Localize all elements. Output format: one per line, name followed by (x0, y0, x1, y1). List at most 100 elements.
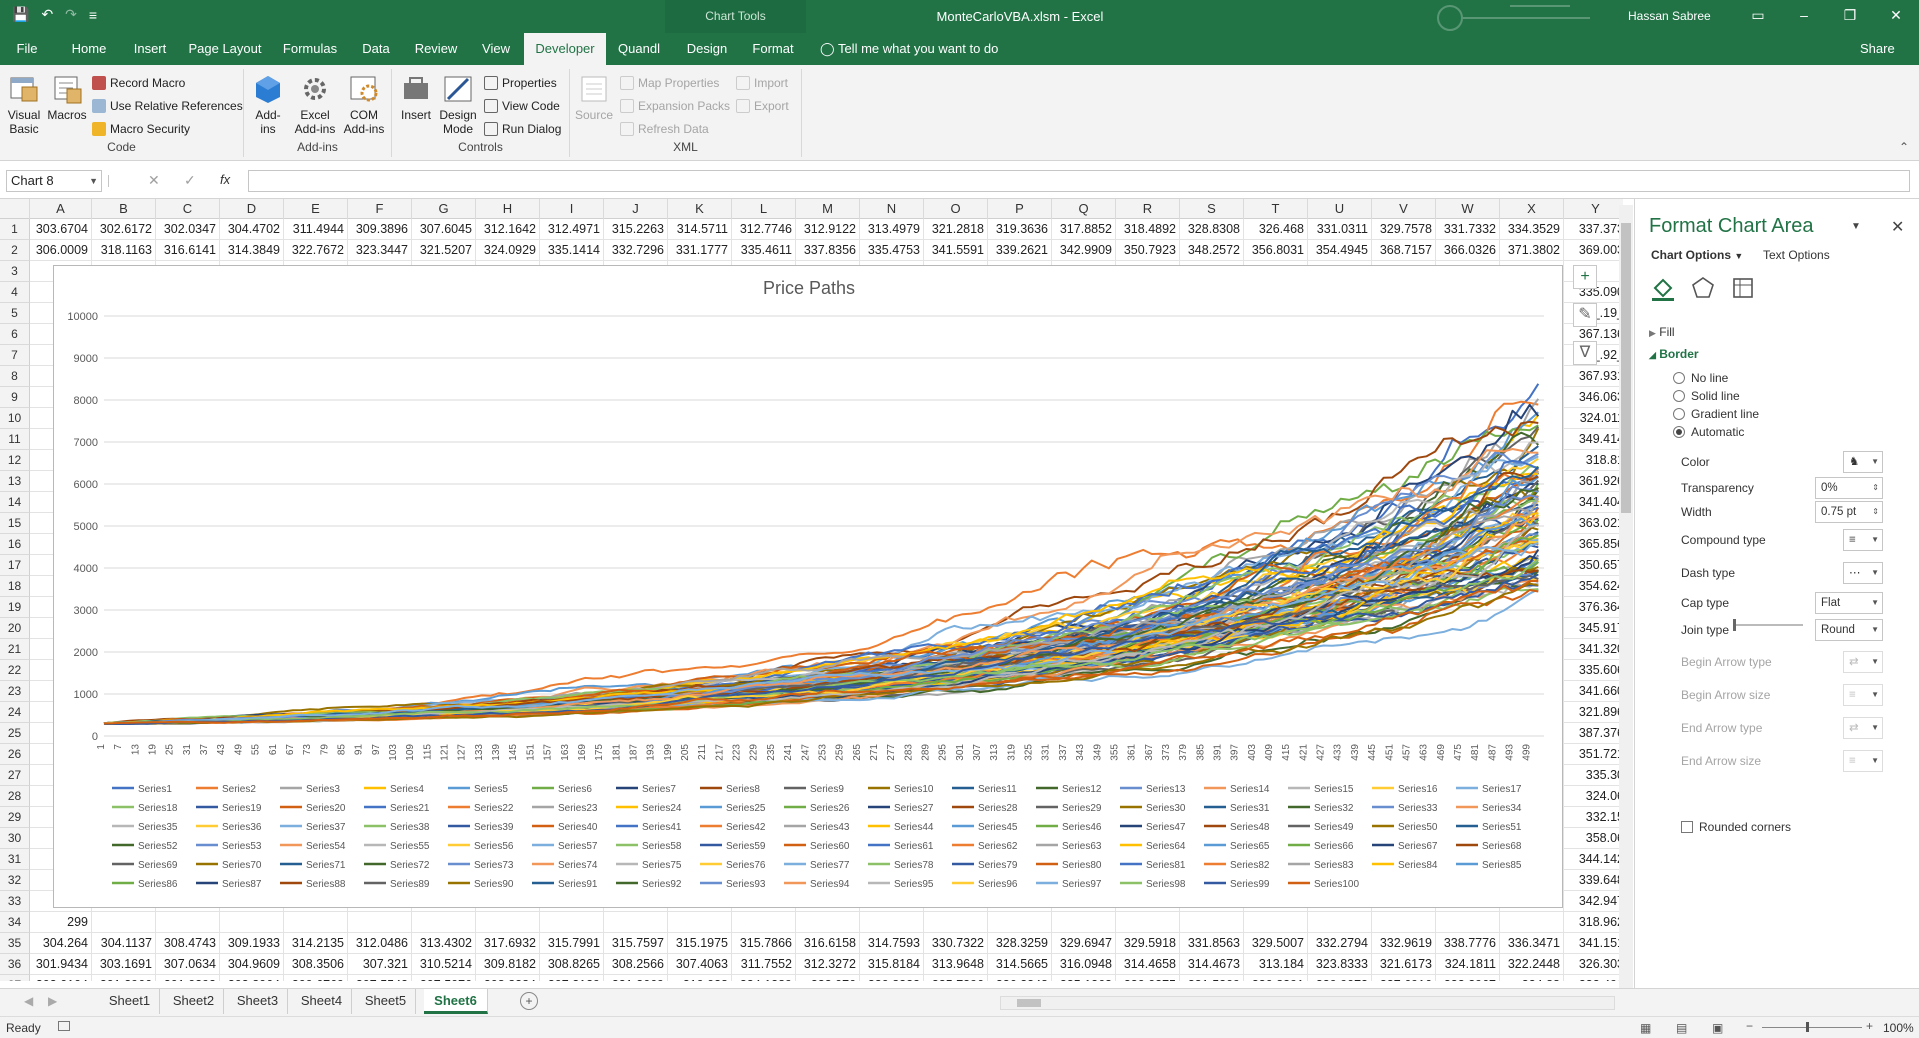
new-sheet-button[interactable]: + (520, 992, 538, 1010)
horizontal-scrollbar[interactable] (1000, 996, 1615, 1010)
cell[interactable]: 322.7672 (284, 240, 348, 261)
record-macro-button[interactable]: Record Macro (92, 75, 185, 91)
cell[interactable]: 321.3669 (604, 975, 668, 981)
cell[interactable]: 330.7322 (924, 933, 988, 954)
cell[interactable]: 344.142 (1564, 849, 1623, 870)
cell[interactable]: 311.4944 (284, 219, 348, 240)
cell[interactable]: 310.5214 (412, 954, 476, 975)
cell[interactable]: 329.5918 (1116, 933, 1180, 954)
cell[interactable]: 354.4945 (1308, 240, 1372, 261)
row-header[interactable]: 8 (0, 366, 30, 387)
cell[interactable]: 341.5591 (924, 240, 988, 261)
row-header[interactable]: 25 (0, 723, 30, 744)
cell[interactable]: 308.4743 (156, 933, 220, 954)
cell[interactable]: 303.1691 (92, 954, 156, 975)
cell[interactable]: 365.856 (1564, 534, 1623, 555)
cell[interactable]: 314.7593 (860, 933, 924, 954)
column-header-c[interactable]: C (156, 199, 220, 219)
cap-type-dropdown[interactable]: Flat ▼ (1815, 592, 1883, 614)
cell[interactable]: 350.7923 (1116, 240, 1180, 261)
cell[interactable]: 323.3447 (348, 240, 412, 261)
cell[interactable]: 307.6045 (412, 219, 476, 240)
tab-home[interactable]: Home (66, 33, 112, 65)
normal-view-icon[interactable]: ▦ (1640, 1021, 1651, 1035)
cell[interactable]: 309.3896 (348, 219, 412, 240)
cell[interactable]: 313.4979 (860, 219, 924, 240)
cell[interactable]: 331.0311 (1308, 219, 1372, 240)
cell[interactable]: 329.6947 (1052, 933, 1116, 954)
column-header-d[interactable]: D (220, 199, 284, 219)
cell[interactable]: 335.30 (1564, 765, 1623, 786)
cell[interactable]: 312.9122 (796, 219, 860, 240)
cell[interactable]: 335.606 (1564, 660, 1623, 681)
cell[interactable]: 313.184 (1244, 954, 1308, 975)
cell[interactable] (156, 912, 220, 933)
insert-function-icon[interactable]: fx (220, 172, 230, 187)
cell[interactable]: 308.2566 (604, 954, 668, 975)
cell[interactable]: 314.5711 (668, 219, 732, 240)
column-header-f[interactable]: F (348, 199, 412, 219)
expansion-packs-button[interactable]: Expansion Packs (620, 98, 730, 114)
column-header-w[interactable]: W (1436, 199, 1500, 219)
automatic-radio[interactable]: Automatic (1673, 425, 1744, 439)
cell[interactable]: 366.0326 (1436, 240, 1500, 261)
column-header-p[interactable]: P (988, 199, 1052, 219)
cell[interactable]: 317.6932 (476, 933, 540, 954)
cell[interactable]: 315.7991 (540, 933, 604, 954)
row-header[interactable]: 34 (0, 912, 30, 933)
transparency-slider[interactable] (1733, 619, 1803, 631)
cell[interactable]: 330.0375 (1116, 975, 1180, 981)
cell[interactable]: 321.2818 (924, 219, 988, 240)
row-header[interactable]: 37 (0, 975, 30, 981)
cell[interactable]: 337.8356 (796, 240, 860, 261)
visual-basic-button[interactable]: Visual Basic (2, 73, 46, 136)
cell[interactable]: 318.81 (1564, 450, 1623, 471)
begin-arrow-size-dropdown[interactable]: ≡ ▼ (1843, 684, 1883, 706)
cell[interactable]: 329.9073 (1308, 975, 1372, 981)
insert-control-button[interactable]: Insert (396, 73, 436, 122)
cell[interactable]: 335.4611 (732, 240, 796, 261)
export-button[interactable]: Export (736, 98, 789, 114)
zoom-out-icon[interactable]: − (1746, 1019, 1753, 1033)
cancel-icon[interactable]: ✕ (148, 172, 160, 189)
cell[interactable]: 315.2263 (604, 219, 668, 240)
cell[interactable]: 331.5209 (1180, 975, 1244, 981)
prev-sheet-icon[interactable]: ◀ (24, 994, 33, 1008)
cell[interactable]: 315.7866 (732, 933, 796, 954)
cell[interactable]: 331.7332 (1436, 219, 1500, 240)
com-addins-button[interactable]: COM Add-ins (340, 73, 388, 136)
column-header-x[interactable]: X (1500, 199, 1564, 219)
tab-chart-options[interactable]: Chart Options ▼ (1651, 248, 1743, 262)
cell[interactable]: 387.376 (1564, 723, 1623, 744)
select-all-corner[interactable] (0, 199, 30, 219)
cell[interactable]: 309.1933 (220, 933, 284, 954)
zoom-slider[interactable] (1762, 1027, 1862, 1028)
cell[interactable]: 361.926 (1564, 471, 1623, 492)
cell[interactable] (1116, 912, 1180, 933)
cell[interactable]: 339.2621 (988, 240, 1052, 261)
cell[interactable]: 325.7396 (924, 975, 988, 981)
row-header[interactable]: 20 (0, 618, 30, 639)
cell[interactable] (668, 912, 732, 933)
cell[interactable]: 308.8265 (540, 954, 604, 975)
cell[interactable] (220, 912, 284, 933)
cell[interactable]: 302.0347 (156, 219, 220, 240)
row-header[interactable]: 1 (0, 219, 30, 240)
row-header[interactable]: 22 (0, 660, 30, 681)
macros-button[interactable]: Macros (46, 73, 88, 122)
cell[interactable] (1052, 912, 1116, 933)
cell[interactable]: 303.8064 (220, 975, 284, 981)
user-name[interactable]: Hassan Sabree (1628, 9, 1711, 23)
size-properties-icon[interactable] (1729, 274, 1757, 302)
column-header-y[interactable]: Y (1564, 199, 1623, 219)
enter-icon[interactable]: ✓ (184, 172, 196, 189)
dash-type-dropdown[interactable]: ⋯ ▼ (1843, 562, 1883, 584)
sheet-tab-2[interactable]: Sheet2 (164, 989, 224, 1014)
cell[interactable]: 307.4063 (668, 954, 732, 975)
next-sheet-icon[interactable]: ▶ (48, 994, 57, 1008)
column-header-t[interactable]: T (1244, 199, 1308, 219)
cell[interactable]: 324.06 (1564, 786, 1623, 807)
column-header-a[interactable]: A (30, 199, 92, 219)
end-arrow-size-dropdown[interactable]: ≡ ▼ (1843, 750, 1883, 772)
cell[interactable]: 314.2135 (284, 933, 348, 954)
